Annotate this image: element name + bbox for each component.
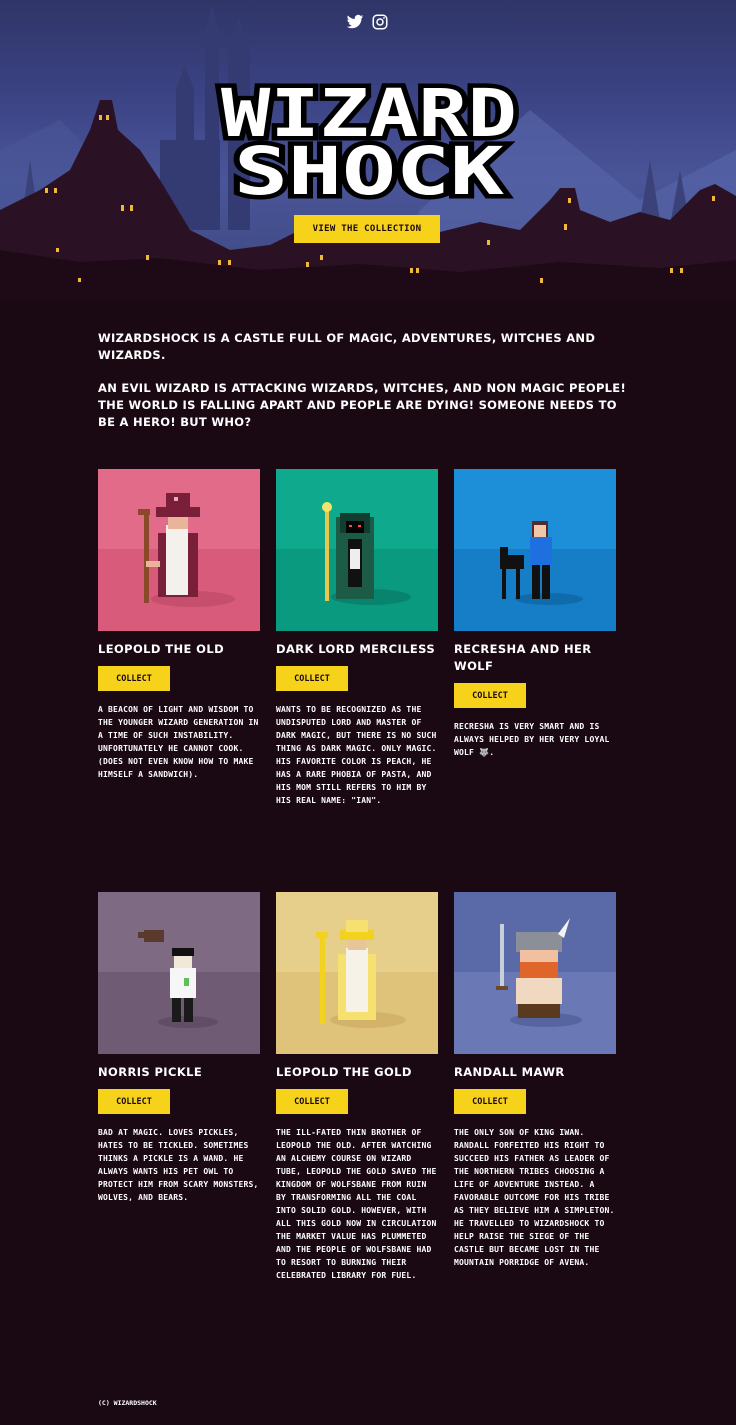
logo-line2: SHOCK xyxy=(234,133,504,202)
wizardshock-logo: WIZARD WIZARD SHOCK SHOCK xyxy=(217,76,522,202)
character-name: LEOPOLD THE OLD xyxy=(98,642,225,656)
character-description: RECRESHA IS VERY SMART AND IS ALWAYS HEL… xyxy=(454,722,610,757)
character-description: WANTS TO BE RECOGNIZED AS THE UNDISPUTED… xyxy=(276,705,437,805)
character-card-leopold-the-old: LEOPOLD THE OLD COLLECT A BEACON OF LIGH… xyxy=(98,469,260,781)
character-card-leopold-the-gold: LEOPOLD THE GOLD COLLECT THE ILL-FATED T… xyxy=(276,892,438,1282)
character-name: RECRESHA AND HER WOLF xyxy=(454,642,592,673)
character-image[interactable] xyxy=(98,469,260,631)
character-name: NORRIS PICKLE xyxy=(98,1065,203,1079)
character-name: DARK LORD MERCILESS xyxy=(276,642,436,656)
intro-paragraph-1: WIZARDSHOCK IS A CASTLE FULL OF MAGIC, A… xyxy=(98,331,596,362)
footer-copyright: (C) WIZARDSHOCK xyxy=(98,1399,157,1407)
twitter-icon[interactable] xyxy=(346,13,364,31)
character-description: BAD AT MAGIC. LOVES PICKLES, HATES TO BE… xyxy=(98,1128,259,1202)
hero-banner: WIZARD WIZARD SHOCK SHOCK VIEW THE COLLE… xyxy=(0,0,736,300)
character-image[interactable] xyxy=(276,469,438,631)
character-image[interactable] xyxy=(454,892,616,1054)
collect-button[interactable]: COLLECT xyxy=(276,666,348,691)
character-image[interactable] xyxy=(454,469,616,631)
intro-section: WIZARDSHOCK IS A CASTLE FULL OF MAGIC, A… xyxy=(98,330,638,447)
collect-button[interactable]: COLLECT xyxy=(98,666,170,691)
collect-button[interactable]: COLLECT xyxy=(98,1089,170,1114)
character-image[interactable] xyxy=(276,892,438,1054)
social-links xyxy=(346,13,389,31)
character-description: THE ONLY SON OF KING IWAN. RANDALL FORFE… xyxy=(454,1128,615,1267)
character-card-randall-mawr: RANDALL MAWR COLLECT THE ONLY SON OF KIN… xyxy=(454,892,616,1269)
character-description: A BEACON OF LIGHT AND WISDOM TO THE YOUN… xyxy=(98,705,259,779)
instagram-icon[interactable] xyxy=(371,13,389,31)
collect-button[interactable]: COLLECT xyxy=(454,683,526,708)
collect-button[interactable]: COLLECT xyxy=(276,1089,348,1114)
intro-paragraph-2: AN EVIL WIZARD IS ATTACKING WIZARDS, WIT… xyxy=(98,381,626,429)
character-image[interactable] xyxy=(98,892,260,1054)
view-collection-button[interactable]: VIEW THE COLLECTION xyxy=(294,215,440,243)
collect-button[interactable]: COLLECT xyxy=(454,1089,526,1114)
character-card-dark-lord-merciless: DARK LORD MERCILESS COLLECT WANTS TO BE … xyxy=(276,469,438,807)
character-card-norris-pickle: NORRIS PICKLE COLLECT BAD AT MAGIC. LOVE… xyxy=(98,892,260,1204)
character-card-recresha-and-her-wolf: RECRESHA AND HER WOLF COLLECT RECRESHA I… xyxy=(454,469,616,759)
character-description: THE ILL-FATED THIN BROTHER OF LEOPOLD TH… xyxy=(276,1128,437,1280)
character-name: RANDALL MAWR xyxy=(454,1065,565,1079)
character-name: LEOPOLD THE GOLD xyxy=(276,1065,412,1079)
